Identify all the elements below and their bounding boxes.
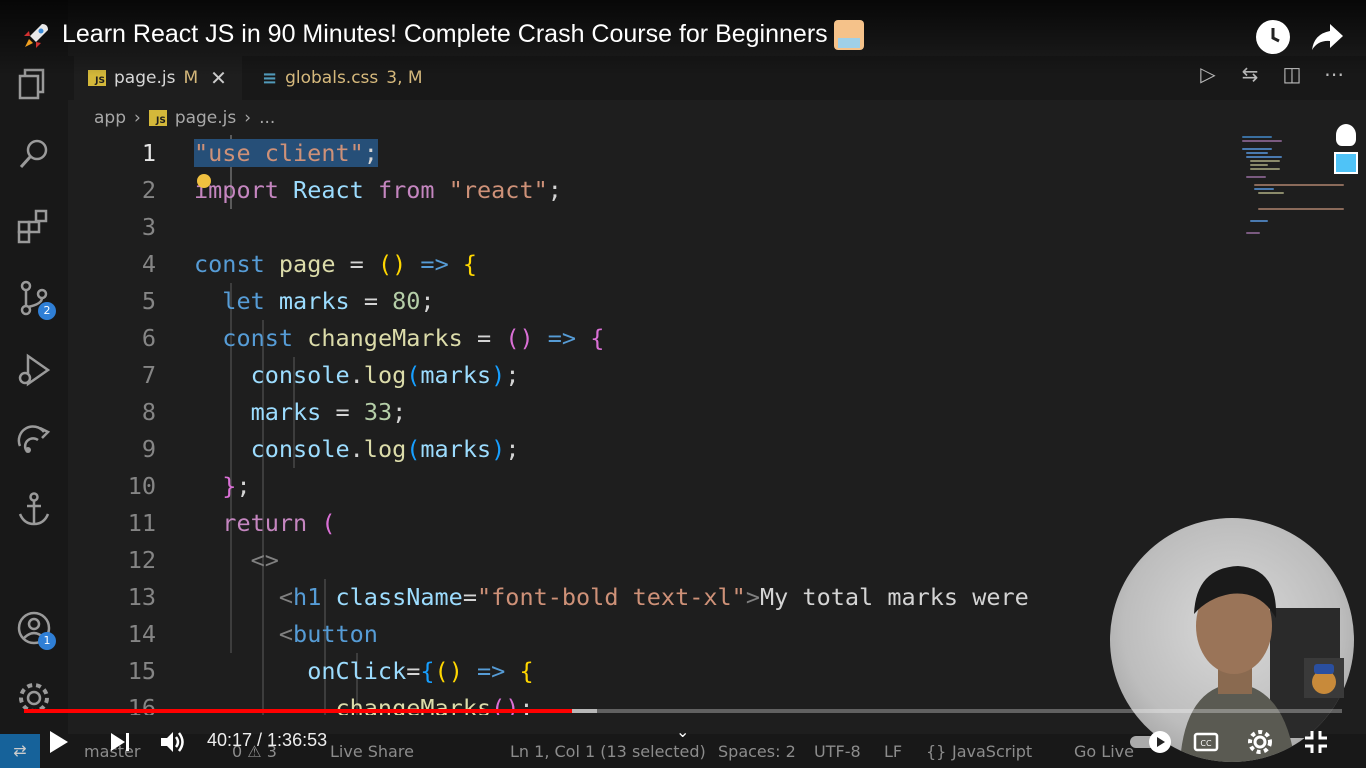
code-line: 6 const changeMarks = () => { bbox=[68, 320, 1228, 357]
play-icon[interactable] bbox=[44, 728, 72, 756]
line-number: 5 bbox=[141, 287, 156, 315]
lightbulb-icon[interactable] bbox=[197, 174, 211, 188]
source-control-icon[interactable]: 2 bbox=[14, 278, 56, 320]
search-icon[interactable] bbox=[14, 134, 54, 174]
js-file-icon: JS bbox=[148, 110, 167, 126]
code-line: 15 onClick={() => { bbox=[68, 653, 1228, 690]
code-line: 1 "use client"; bbox=[68, 135, 1228, 172]
side-icons bbox=[1334, 120, 1358, 180]
breadcrumb-symbol[interactable]: ... bbox=[259, 108, 275, 128]
code-line: 12 <> bbox=[68, 542, 1228, 579]
video-title[interactable]: Learn React JS in 90 Minutes! Complete C… bbox=[62, 20, 864, 51]
exit-fullscreen-icon[interactable] bbox=[1302, 728, 1330, 756]
minimap[interactable] bbox=[1238, 134, 1346, 244]
code-editor[interactable]: 1 "use client"; 2 import React from "react… bbox=[68, 135, 1228, 715]
code-line: 2 import React from "react"; bbox=[68, 172, 1228, 209]
line-number: 2 bbox=[141, 176, 156, 204]
remote-explorer-icon[interactable] bbox=[14, 420, 54, 460]
line-number: 13 bbox=[127, 583, 156, 611]
activity-bar: 2 1 bbox=[0, 0, 68, 768]
anchor-icon[interactable] bbox=[14, 490, 54, 530]
watch-later-icon[interactable] bbox=[1256, 20, 1290, 54]
line-number: 10 bbox=[127, 472, 156, 500]
code-line: 13 <h1 className="font-bold text-xl">My … bbox=[68, 579, 1228, 616]
chevron-right-icon: › bbox=[244, 108, 252, 128]
svg-text:CC: CC bbox=[1200, 739, 1212, 748]
time-display: 40:17 / 1:36:53 bbox=[207, 730, 328, 750]
code-line: 11 return ( bbox=[68, 505, 1228, 542]
line-number: 12 bbox=[127, 546, 156, 574]
code-line: 3 bbox=[68, 209, 1228, 246]
line-number: 14 bbox=[127, 620, 156, 648]
copilot-icon[interactable] bbox=[1336, 124, 1356, 146]
accounts-badge: 1 bbox=[38, 632, 56, 650]
line-number: 6 bbox=[141, 324, 156, 352]
line-number: 3 bbox=[141, 213, 156, 241]
line-number: 4 bbox=[141, 250, 156, 278]
chat-icon[interactable] bbox=[1334, 152, 1358, 174]
code-line: 9 console.log(marks); bbox=[68, 431, 1228, 468]
player-controls: 40:17 / 1:36:53 ⌄ CC bbox=[0, 718, 1366, 764]
breadcrumb-file[interactable]: page.js bbox=[175, 108, 236, 128]
code-line: 4 const page = () => { bbox=[68, 246, 1228, 283]
code-line: 8 marks = 33; bbox=[68, 394, 1228, 431]
video-played-bar bbox=[24, 709, 572, 713]
breadcrumb: app › JS page.js › ... bbox=[94, 108, 275, 128]
share-icon[interactable] bbox=[1310, 22, 1344, 52]
line-number: 11 bbox=[127, 509, 156, 537]
extensions-icon[interactable] bbox=[14, 206, 54, 246]
autoplay-toggle[interactable] bbox=[1128, 728, 1176, 756]
line-number: 1 bbox=[141, 139, 156, 167]
chevron-down-icon[interactable]: ⌄ bbox=[676, 722, 689, 741]
volume-icon[interactable] bbox=[158, 728, 186, 756]
accounts-icon[interactable]: 1 bbox=[14, 608, 56, 650]
code-line: 10 }; bbox=[68, 468, 1228, 505]
settings-icon[interactable] bbox=[1246, 728, 1274, 756]
captions-icon[interactable]: CC bbox=[1192, 728, 1220, 756]
rocket-icon bbox=[24, 24, 48, 48]
video-title-bar: Learn React JS in 90 Minutes! Complete C… bbox=[0, 0, 1366, 76]
line-number: 7 bbox=[141, 361, 156, 389]
line-number: 15 bbox=[127, 657, 156, 685]
channel-avatar-icon[interactable] bbox=[1304, 658, 1344, 698]
technologist-emoji-icon bbox=[833, 20, 864, 51]
next-icon[interactable] bbox=[106, 728, 134, 756]
line-number: 8 bbox=[141, 398, 156, 426]
code-line: 5 let marks = 80; bbox=[68, 283, 1228, 320]
source-control-badge: 2 bbox=[38, 302, 56, 320]
chevron-right-icon: › bbox=[134, 108, 141, 128]
line-number: 9 bbox=[141, 435, 156, 463]
breadcrumb-folder[interactable]: app bbox=[94, 108, 126, 128]
run-debug-icon[interactable] bbox=[14, 350, 54, 390]
code-line: 14 <button bbox=[68, 616, 1228, 653]
video-title-text: Learn React JS in 90 Minutes! Complete C… bbox=[62, 20, 828, 48]
code-line: 7 console.log(marks); bbox=[68, 357, 1228, 394]
